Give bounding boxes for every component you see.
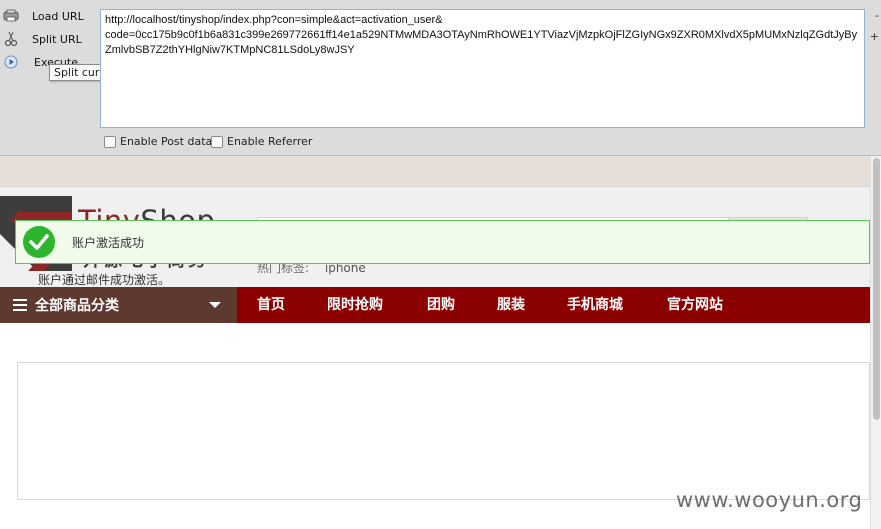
chevron-down-icon xyxy=(209,302,221,308)
load-url-button[interactable]: Load URL xyxy=(0,6,84,26)
scissors-icon xyxy=(2,31,20,47)
nav-item-group-buy[interactable]: 团购 xyxy=(427,287,455,323)
split-url-button[interactable]: Split URL xyxy=(0,29,82,49)
enable-post-checkbox[interactable]: Enable Post data xyxy=(104,135,212,148)
main-nav: 全部商品分类 首页 限时抢购 团购 服装 手机商城 官方网站 xyxy=(0,287,870,323)
success-title: 账户激活成功 xyxy=(72,235,145,250)
success-check-icon xyxy=(23,226,55,258)
scrollbar-thumb[interactable] xyxy=(873,158,880,420)
category-menu-label: 全部商品分类 xyxy=(35,298,119,314)
post-checkbox-box[interactable] xyxy=(104,135,116,148)
nav-item-official-site[interactable]: 官方网站 xyxy=(667,287,723,323)
category-menu-button[interactable]: 全部商品分类 xyxy=(0,287,237,323)
load-icon xyxy=(2,8,20,24)
web-page: TinyShop 开源电子商务 搜 索 热门标签: iphone 全部商品分类 … xyxy=(0,156,870,529)
enable-referrer-label: Enable Referrer xyxy=(227,135,313,148)
watermark: www.wooyun.org xyxy=(676,488,863,512)
nav-item-apparel[interactable]: 服装 xyxy=(497,287,525,323)
nav-item-mobile-mall[interactable]: 手机商城 xyxy=(567,287,623,323)
message-panel xyxy=(17,362,870,500)
expand-button[interactable]: + xyxy=(870,30,879,43)
url-textarea[interactable]: http://localhost/tinyshop/index.php?con=… xyxy=(100,9,865,128)
success-message: 账户激活成功 xyxy=(15,220,870,264)
hackbar-toolbar: Load URL Split URL Execute Split current… xyxy=(0,0,881,156)
load-url-label: Load URL xyxy=(32,9,84,23)
success-detail: 账户通过邮件成功激活。 xyxy=(38,273,171,287)
enable-referrer-checkbox[interactable]: Enable Referrer xyxy=(211,135,312,148)
menu-icon xyxy=(13,299,27,311)
nav-item-home[interactable]: 首页 xyxy=(257,287,285,323)
page-scrollbar[interactable] xyxy=(870,156,881,529)
split-url-label: Split URL xyxy=(32,32,82,46)
play-icon xyxy=(2,54,20,70)
enable-post-label: Enable Post data xyxy=(120,135,213,148)
shrink-button[interactable]: - xyxy=(875,9,879,22)
nav-item-flash-sale[interactable]: 限时抢购 xyxy=(327,287,383,323)
referrer-checkbox-box[interactable] xyxy=(211,135,223,148)
top-strip xyxy=(0,156,870,187)
